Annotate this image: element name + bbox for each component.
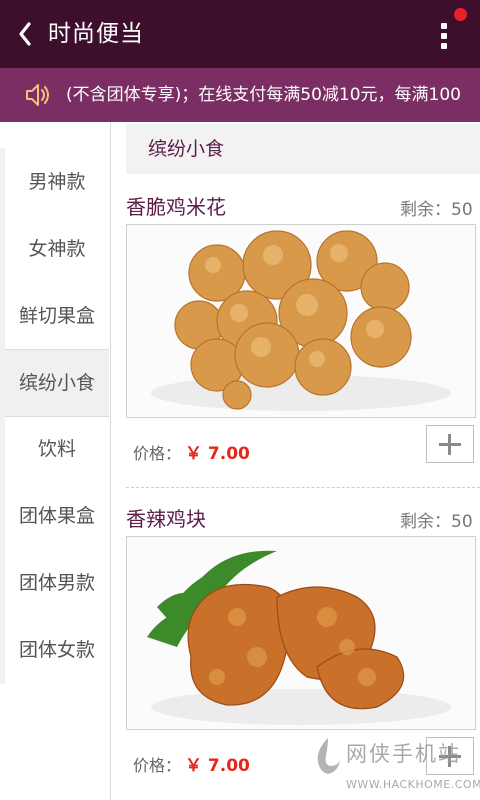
sidebar-item-nanshen[interactable]: 男神款 xyxy=(5,149,109,215)
notice-bar: (不含团体专享)；在线支付每满50减10元，每满100 xyxy=(0,68,480,122)
speaker-icon xyxy=(26,84,49,106)
price-value: ￥ 7.00 xyxy=(185,444,250,464)
menu-button[interactable] xyxy=(430,14,460,54)
sidebar-item-snacks[interactable]: 缤纷小食 xyxy=(5,349,109,417)
price-row: 价格： ￥ 7.00 xyxy=(133,442,250,466)
stock-count: 剩余：50 xyxy=(400,200,473,220)
product-name: 香脆鸡米花 xyxy=(126,195,226,219)
stock-count: 剩余：50 xyxy=(400,512,473,532)
watermark: 网侠手机站 WWW.HACKHOME.COM xyxy=(310,732,480,800)
sidebar-item-group-female[interactable]: 团体女款 xyxy=(5,617,109,683)
item-divider xyxy=(126,487,480,488)
sidebar-item-group-male[interactable]: 团体男款 xyxy=(5,550,109,616)
watermark-url: WWW.HACKHOME.COM xyxy=(346,778,480,791)
vertical-dots-icon xyxy=(441,23,447,29)
category-title: 缤纷小食 xyxy=(148,138,225,160)
chevron-left-icon[interactable] xyxy=(18,22,32,46)
price-label: 价格： xyxy=(133,756,182,775)
sidebar-item-nvshen[interactable]: 女神款 xyxy=(5,216,109,282)
price-label: 价格： xyxy=(133,444,182,463)
watermark-text: 网侠手机站 xyxy=(346,742,461,766)
product-name: 香辣鸡块 xyxy=(126,507,206,531)
app-header: 时尚便当 xyxy=(0,0,480,68)
category-header: 缤纷小食 xyxy=(126,124,480,174)
add-to-cart-button[interactable] xyxy=(426,425,474,463)
sidebar-item-drinks[interactable]: 饮料 xyxy=(5,416,109,482)
price-value: ￥ 7.00 xyxy=(185,756,250,776)
notice-text: (不含团体专享)；在线支付每满50减10元，每满100 xyxy=(66,85,461,105)
notification-dot xyxy=(454,8,467,21)
spicy-chicken-nuggets-image[interactable] xyxy=(126,536,476,730)
sidebar-item-group-fruit[interactable]: 团体果盒 xyxy=(5,483,109,549)
watermark-logo-icon xyxy=(317,738,340,774)
popcorn-chicken-image[interactable] xyxy=(126,224,476,418)
price-row: 价格： ￥ 7.00 xyxy=(133,754,250,778)
page-title: 时尚便当 xyxy=(48,21,144,47)
sidebar-item-fruit-box[interactable]: 鲜切果盒 xyxy=(5,283,109,349)
